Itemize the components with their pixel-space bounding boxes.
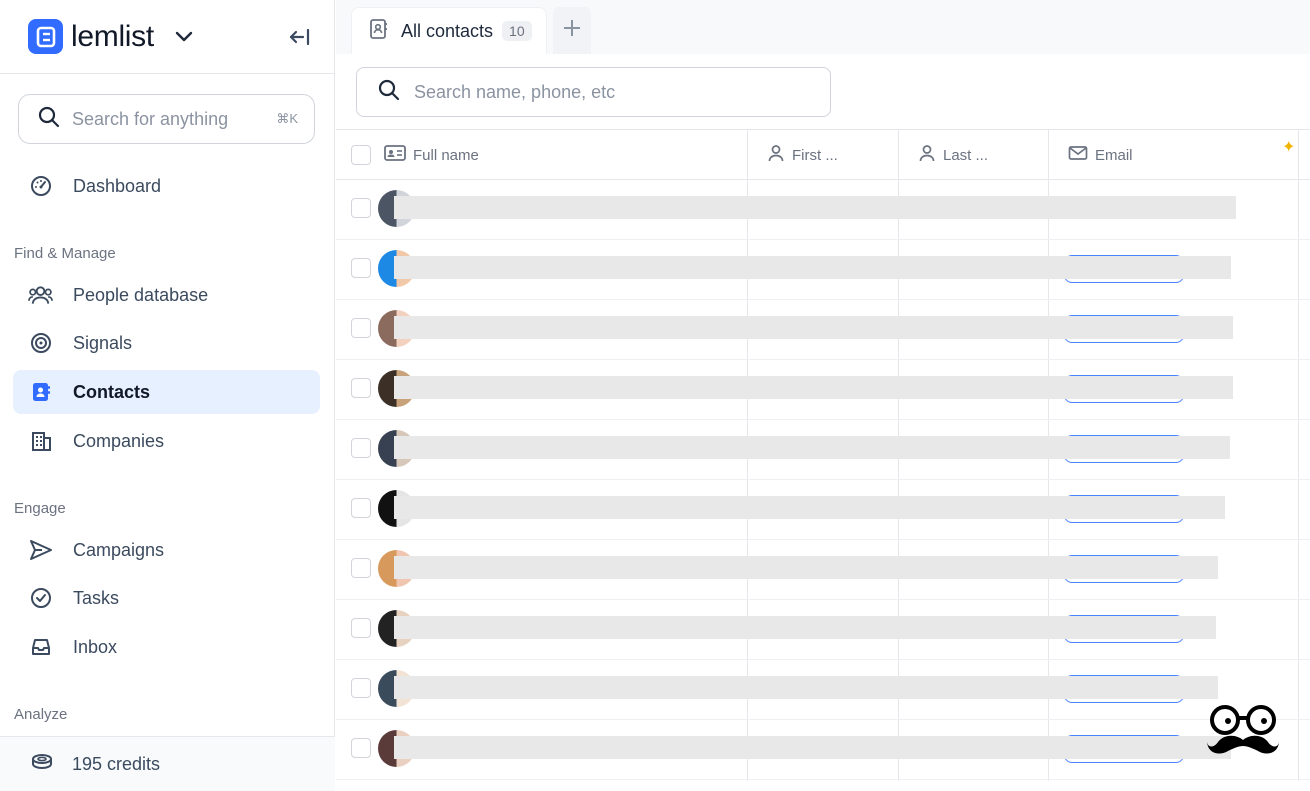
chevron-down-icon[interactable]	[174, 30, 194, 44]
row-checkbox[interactable]	[351, 378, 371, 398]
main-area: All contacts 10 Search name, phone, etc	[336, 0, 1310, 791]
column-header-first-name[interactable]: First ...	[767, 130, 838, 180]
section-label-engage: Engage	[14, 500, 66, 517]
mail-icon	[1068, 145, 1088, 165]
tab-all-contacts[interactable]: All contacts 10	[351, 7, 547, 54]
column-header-email[interactable]: Email	[1068, 130, 1133, 180]
redacted-content	[394, 496, 1225, 519]
search-placeholder: Search for anything	[72, 108, 229, 129]
search-placeholder: Search name, phone, etc	[414, 81, 616, 102]
collapse-sidebar-icon[interactable]	[288, 27, 312, 47]
row-checkbox[interactable]	[351, 618, 371, 638]
column-header-last-name[interactable]: Last ...	[918, 130, 988, 180]
redacted-content	[394, 436, 1230, 459]
row-checkbox[interactable]	[351, 438, 371, 458]
credits-indicator[interactable]: 195 credits	[0, 736, 335, 791]
redacted-content	[394, 556, 1218, 579]
redacted-content	[394, 376, 1233, 399]
redacted-content	[394, 616, 1216, 639]
table-row[interactable]	[336, 240, 1310, 300]
redacted-content	[394, 256, 1231, 279]
search-shortcut: ⌘K	[276, 111, 298, 126]
sidebar-item-label: Tasks	[73, 587, 120, 608]
contact-card-icon	[28, 380, 53, 405]
table-row[interactable]	[336, 360, 1310, 420]
people-icon	[28, 283, 53, 308]
contacts-panel: Search name, phone, etc Full name First …	[336, 54, 1310, 791]
column-label: Last ...	[943, 146, 989, 164]
column-label: Full name	[413, 146, 479, 164]
sidebar-item-label: Contacts	[73, 381, 151, 402]
table-row[interactable]	[336, 300, 1310, 360]
person-icon	[918, 144, 936, 166]
row-checkbox[interactable]	[351, 498, 371, 518]
column-header-full-name[interactable]: Full name	[384, 130, 479, 180]
inbox-icon	[28, 635, 53, 660]
redacted-content	[394, 676, 1218, 699]
sidebar-item-label: Dashboard	[73, 175, 162, 196]
table-row[interactable]	[336, 540, 1310, 600]
lemlist-mascot-icon[interactable]	[1206, 704, 1280, 765]
sparkle-icon[interactable]: ✦	[1282, 137, 1295, 157]
sidebar-header: lemlist	[0, 0, 334, 74]
sidebar-item-people-database[interactable]: People database	[13, 273, 320, 317]
search-icon	[38, 106, 60, 133]
sidebar-item-label: Inbox	[73, 636, 118, 657]
building-icon	[28, 429, 53, 454]
column-label: First ...	[792, 146, 838, 164]
sidebar-item-label: Companies	[73, 430, 165, 451]
check-circle-icon	[28, 586, 53, 611]
table-row[interactable]	[336, 480, 1310, 540]
row-checkbox[interactable]	[351, 678, 371, 698]
tab-count-badge: 10	[502, 21, 532, 41]
search-icon	[378, 79, 400, 106]
coins-icon	[30, 752, 54, 777]
dashboard-gauge-icon	[28, 174, 53, 199]
row-checkbox[interactable]	[351, 318, 371, 338]
sidebar-item-companies[interactable]: Companies	[13, 419, 320, 463]
sidebar-item-label: Signals	[73, 332, 133, 353]
table-row[interactable]	[336, 660, 1310, 720]
sidebar-item-signals[interactable]: Signals	[13, 321, 320, 365]
redacted-content	[394, 196, 1236, 219]
contacts-search-input[interactable]: Search name, phone, etc	[356, 67, 831, 117]
contact-book-icon	[369, 18, 389, 45]
plus-icon	[562, 18, 582, 43]
lemlist-logo-icon[interactable]	[28, 19, 63, 54]
section-label-analyze: Analyze	[14, 706, 68, 723]
target-icon	[28, 331, 53, 356]
sidebar: lemlist Search for anything ⌘K Dashboard…	[0, 0, 335, 791]
table-row[interactable]	[336, 420, 1310, 480]
brand-name: lemlist	[71, 19, 154, 53]
id-card-icon	[384, 145, 406, 165]
credits-label: 195 credits	[72, 753, 161, 774]
table-row[interactable]	[336, 720, 1310, 780]
row-checkbox[interactable]	[351, 258, 371, 278]
table-row[interactable]	[336, 600, 1310, 660]
sidebar-item-campaigns[interactable]: Campaigns	[13, 528, 320, 572]
sidebar-item-contacts[interactable]: Contacts	[13, 370, 320, 414]
column-label: Email	[1095, 146, 1133, 164]
sidebar-item-dashboard[interactable]: Dashboard	[13, 164, 320, 208]
person-icon	[767, 144, 785, 166]
redacted-content	[394, 316, 1233, 339]
row-checkbox[interactable]	[351, 558, 371, 578]
select-all-checkbox[interactable]	[351, 145, 371, 165]
add-view-button[interactable]	[552, 7, 591, 54]
sidebar-item-tasks[interactable]: Tasks	[13, 576, 320, 620]
send-icon	[28, 538, 53, 563]
view-tabs: All contacts 10	[336, 0, 1310, 54]
sidebar-item-inbox[interactable]: Inbox	[13, 625, 320, 669]
table-header: Full name First ... Last ... Email	[336, 130, 1310, 180]
sidebar-item-label: People database	[73, 284, 209, 305]
row-checkbox[interactable]	[351, 198, 371, 218]
table-row[interactable]	[336, 180, 1310, 240]
tab-label: All contacts	[401, 20, 494, 41]
sidebar-item-label: Campaigns	[73, 539, 165, 560]
row-checkbox[interactable]	[351, 738, 371, 758]
redacted-content	[394, 736, 1231, 759]
section-label-find-manage: Find & Manage	[14, 245, 116, 262]
global-search-input[interactable]: Search for anything ⌘K	[18, 94, 315, 144]
contacts-table: Full name First ... Last ... Email ✦	[336, 129, 1310, 781]
